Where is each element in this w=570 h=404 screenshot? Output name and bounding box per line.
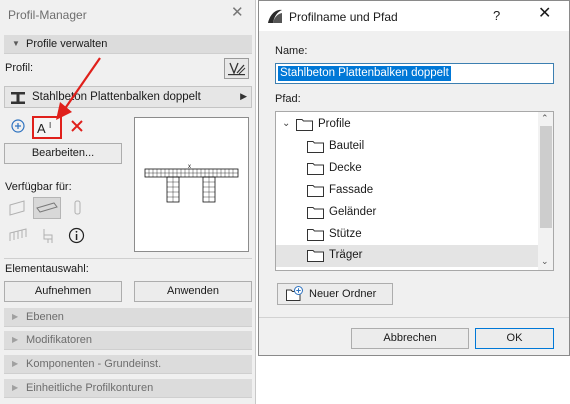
folder-icon (307, 207, 324, 219)
palette-close-icon[interactable]: ✕ (231, 5, 244, 20)
profile-preview: x (134, 117, 249, 252)
dialog-titlebar: Profilname und Pfad ? ✕ (259, 1, 569, 31)
annotation-arrow-icon (56, 57, 101, 120)
railing-tool-icon[interactable] (8, 227, 28, 246)
folder-icon (307, 250, 324, 262)
chevron-down-icon: ▼ (12, 39, 20, 48)
chevron-right-icon: ▶ (240, 91, 247, 101)
dialog-divider (259, 317, 569, 318)
info-icon[interactable] (68, 227, 85, 247)
section-manage-profiles[interactable]: ▼ Profile verwalten (4, 35, 252, 54)
tree-item-label: Fassade (329, 184, 374, 196)
chevron-right-icon: ▶ (12, 335, 19, 344)
folder-icon (307, 229, 324, 241)
profile-name-input[interactable]: Stahlbeton Plattenbalken doppelt (275, 63, 554, 84)
profile-manager-palette: Profil-Manager ✕ ▼ Profile verwalten Pro… (0, 0, 256, 404)
section-components[interactable]: ▶ Komponenten - Grundeinst. (4, 355, 252, 374)
tree-item-partial (276, 267, 538, 270)
path-label: Pfad: (275, 93, 301, 105)
tree-item-profile[interactable]: ⌄ Profile (276, 114, 538, 136)
scroll-up-icon[interactable]: ⌃ (541, 113, 549, 124)
folder-tree: ⌄ Profile Bauteil Decke Fassade Geländer… (275, 111, 554, 271)
chevron-right-icon: ▶ (12, 312, 19, 321)
tree-item-label: Decke (329, 162, 362, 174)
tree-item-label: Geländer (329, 206, 377, 218)
tree-item-fassade[interactable]: Fassade (276, 180, 538, 202)
help-icon[interactable]: ? (493, 8, 500, 23)
new-folder-label: Neuer Ordner (309, 288, 377, 300)
name-label: Name: (275, 45, 308, 57)
app-logo-icon (268, 9, 282, 23)
profile-label: Profil: (5, 62, 34, 74)
tree-scrollbar[interactable]: ⌃ ⌄ (538, 112, 553, 270)
profile-name-path-dialog: Profilname und Pfad ? ✕ Name: Stahlbeton… (258, 0, 570, 356)
tree-item-label: Träger (329, 249, 363, 261)
capture-button[interactable]: Aufnehmen (4, 281, 122, 302)
element-selection-label: Elementauswahl: (5, 263, 89, 275)
apply-button[interactable]: Anwenden (134, 281, 252, 302)
cancel-button[interactable]: Abbrechen (351, 328, 469, 349)
section-modifiers[interactable]: ▶ Modifikatoren (4, 331, 252, 350)
section-modifiers-label: Modifikatoren (26, 334, 93, 346)
folder-icon (307, 141, 324, 153)
dialog-title: Profilname und Pfad (289, 10, 398, 24)
tree-item-bauteil[interactable]: Bauteil (276, 136, 538, 158)
object-tool-icon[interactable] (40, 227, 56, 247)
wall-tool-icon[interactable] (8, 199, 28, 220)
profile-name-value: Stahlbeton Plattenbalken doppelt (278, 66, 451, 81)
section-profile-contours[interactable]: ▶ Einheitliche Profilkonturen (4, 379, 252, 398)
ok-button[interactable]: OK (475, 328, 554, 349)
beam-tool-icon[interactable] (33, 197, 61, 219)
chevron-right-icon: ▶ (12, 383, 19, 392)
profile-options-icon[interactable] (224, 58, 249, 79)
available-for-label: Verfügbar für: (5, 181, 72, 193)
tree-item-label: Stütze (329, 228, 362, 240)
divider (4, 258, 252, 259)
i-beam-profile-icon (11, 92, 25, 104)
section-layers-label: Ebenen (26, 311, 64, 323)
column-tool-icon[interactable] (72, 199, 84, 220)
folder-icon (296, 119, 313, 131)
tree-item-traeger[interactable]: Träger (276, 245, 538, 267)
tree-item-decke[interactable]: Decke (276, 158, 538, 180)
new-folder-button[interactable]: Neuer Ordner (277, 283, 393, 305)
tree-item-stuetze[interactable]: Stütze (276, 224, 538, 246)
new-folder-icon (286, 286, 303, 301)
tree-item-gelaender[interactable]: Geländer (276, 202, 538, 224)
section-components-label: Komponenten - Grundeinst. (26, 358, 162, 370)
palette-title: Profil-Manager (8, 8, 87, 22)
chevron-down-icon: ⌄ (282, 118, 291, 129)
section-manage-profiles-label: Profile verwalten (26, 38, 108, 50)
svg-text:x: x (188, 164, 191, 170)
edit-button[interactable]: Bearbeiten... (4, 143, 122, 164)
folder-icon (307, 185, 324, 197)
dialog-close-icon[interactable]: ✕ (538, 6, 551, 22)
scroll-down-icon[interactable]: ⌄ (541, 256, 549, 267)
profile-dropdown[interactable]: Stahlbeton Plattenbalken doppelt ▶ (4, 86, 252, 108)
chevron-right-icon: ▶ (12, 359, 19, 368)
add-profile-icon[interactable] (10, 118, 26, 137)
folder-icon (307, 163, 324, 175)
section-profile-contours-label: Einheitliche Profilkonturen (26, 382, 154, 394)
svg-text:A: A (37, 121, 46, 136)
tree-item-label: Profile (318, 118, 351, 130)
double-t-beam-preview-icon: x (144, 164, 239, 203)
tree-item-label: Bauteil (329, 140, 365, 152)
scrollbar-thumb[interactable] (540, 126, 552, 228)
section-layers[interactable]: ▶ Ebenen (4, 308, 252, 327)
